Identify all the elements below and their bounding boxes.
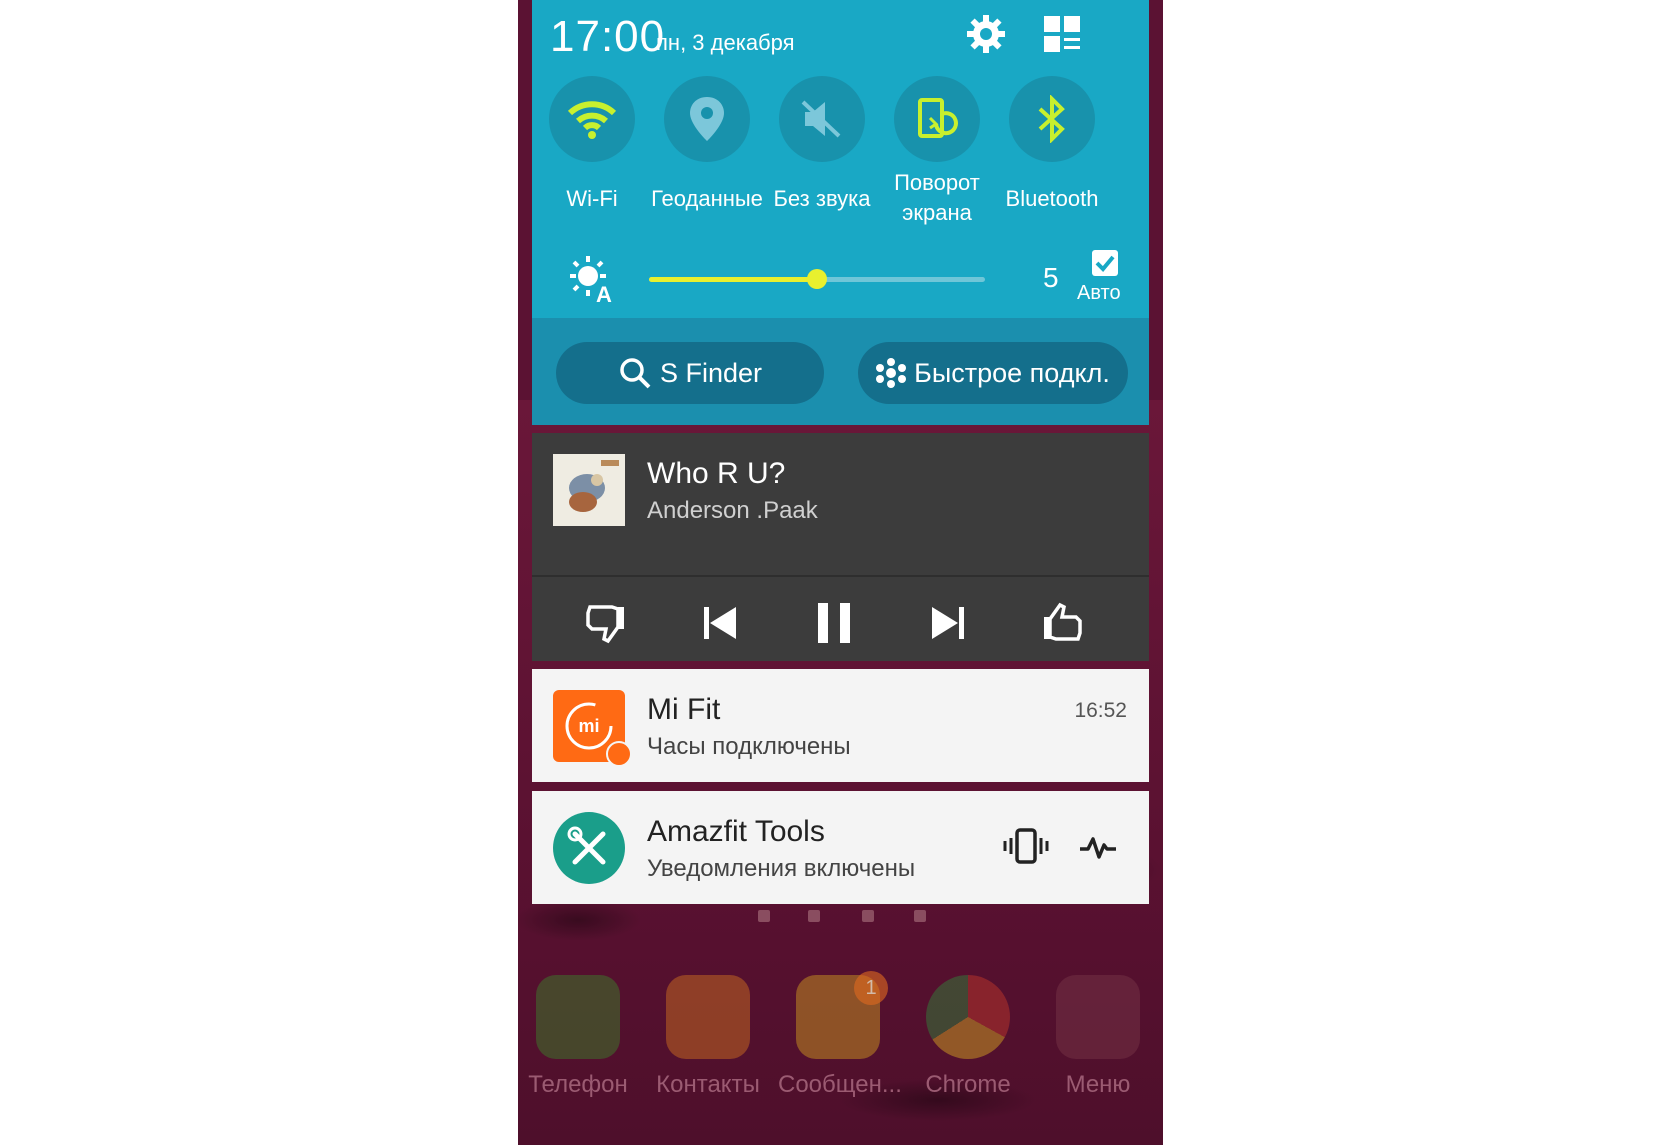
track-title: Who R U? <box>647 457 786 490</box>
thumbs-up-icon <box>1044 602 1082 641</box>
dock-contacts[interactable]: Контакты <box>648 975 768 1099</box>
mifit-app-icon: mi <box>553 690 632 767</box>
amazfit-app-icon <box>553 812 625 884</box>
toggle-label-location: Геоданные <box>651 186 763 211</box>
gear-icon[interactable] <box>964 12 1008 56</box>
auto-brightness-icon[interactable]: A <box>568 254 618 304</box>
svg-text:mi: mi <box>578 716 599 736</box>
album-art <box>553 454 625 526</box>
rotate-icon <box>918 98 958 138</box>
apps-menu-icon <box>1056 975 1140 1059</box>
mifit-text: Часы подключены <box>647 733 851 760</box>
phone-screen: 17:00 пн, 3 декабря Wi-Fi Геоданные Без … <box>518 0 1163 1145</box>
heart-rate-icon[interactable] <box>1078 829 1118 863</box>
check-icon <box>1095 255 1115 272</box>
auto-brightness-checkbox[interactable] <box>1092 250 1118 276</box>
date: пн, 3 декабря <box>656 30 795 55</box>
wifi-icon <box>567 101 617 139</box>
contacts-icon <box>666 975 750 1059</box>
skip-next-icon <box>932 607 964 639</box>
pause-icon <box>818 603 850 643</box>
thumbs-down-icon <box>586 605 624 644</box>
brightness-knob[interactable] <box>807 269 827 289</box>
skip-previous-icon <box>704 607 736 639</box>
dock-phone[interactable]: Телефон <box>518 975 638 1099</box>
quick-actions-bar: S Finder Быстрое подкл. <box>532 318 1149 425</box>
quick-settings-panel: 17:00 пн, 3 декабря Wi-Fi Геоданные Без … <box>532 0 1149 425</box>
edit-grid-icon[interactable] <box>1040 12 1084 56</box>
next-track-button[interactable] <box>918 593 978 653</box>
toggle-label-mute: Без звука <box>773 186 871 211</box>
dock-menu[interactable]: Меню <box>1038 975 1158 1099</box>
search-icon <box>620 358 651 389</box>
dock-label-contacts: Контакты <box>656 1071 760 1098</box>
s-finder-label: S Finder <box>659 357 763 388</box>
mifit-title: Mi Fit <box>647 693 721 726</box>
amazfit-title: Amazfit Tools <box>647 815 825 848</box>
toggle-mute[interactable] <box>779 76 865 162</box>
like-button[interactable] <box>1032 593 1092 653</box>
music-notification[interactable]: Who R U? Anderson .Paak <box>532 433 1149 661</box>
clock: 17:00 <box>550 12 666 61</box>
dock-chrome[interactable]: Chrome <box>908 975 1028 1099</box>
mute-icon <box>801 100 841 138</box>
toggle-wifi[interactable] <box>549 76 635 162</box>
dock-label-chrome: Chrome <box>925 1071 1011 1098</box>
previous-track-button[interactable] <box>690 593 750 653</box>
brightness-slider[interactable] <box>649 269 985 289</box>
toggle-label-rotate: Поворот экрана <box>894 170 980 225</box>
chrome-icon <box>926 975 1010 1059</box>
toggle-label-bluetooth: Bluetooth <box>1005 186 1099 211</box>
amazfit-notification[interactable]: Amazfit Tools Уведомления включены <box>532 791 1149 904</box>
location-icon <box>690 97 724 141</box>
auto-brightness-label: Авто <box>1077 282 1121 304</box>
vibrate-icon[interactable] <box>1003 826 1049 866</box>
bluetooth-icon <box>1038 95 1065 143</box>
amazfit-text: Уведомления включены <box>647 855 916 882</box>
quick-connect-icon <box>876 358 907 388</box>
dock-label-menu: Меню <box>1065 1071 1131 1098</box>
toggle-bluetooth[interactable] <box>1009 76 1095 162</box>
divider <box>532 575 1149 577</box>
toggle-rotate[interactable] <box>894 76 980 162</box>
toggle-label-wifi: Wi-Fi <box>566 186 618 211</box>
mifit-time: 16:52 <box>1074 699 1127 722</box>
messages-badge: 1 <box>854 971 888 1005</box>
brightness-value: 5 <box>1043 262 1059 293</box>
dock-label-messages: Сообщен... <box>778 1071 902 1098</box>
pause-button[interactable] <box>804 593 864 653</box>
svg-text:A: A <box>596 282 612 304</box>
track-artist: Anderson .Paak <box>647 497 818 524</box>
quick-connect-button[interactable]: Быстрое подкл. <box>858 342 1128 404</box>
brightness-fill <box>649 277 817 282</box>
dislike-button[interactable] <box>576 593 636 653</box>
dock-messages[interactable]: 1 Сообщен... <box>778 971 902 1099</box>
dock-label-phone: Телефон <box>528 1071 628 1098</box>
page-indicator <box>518 910 1163 924</box>
mifit-notification[interactable]: mi Mi Fit Часы подключены 16:52 <box>532 669 1149 782</box>
s-finder-button[interactable]: S Finder <box>556 342 824 404</box>
quick-connect-label: Быстрое подкл. <box>914 357 1110 388</box>
toggle-location[interactable] <box>664 76 750 162</box>
phone-icon <box>536 975 620 1059</box>
